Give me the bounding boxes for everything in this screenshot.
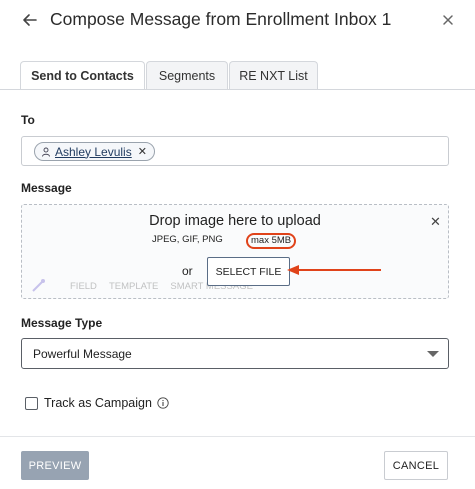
tab-segments[interactable]: Segments <box>146 61 228 89</box>
tab-divider <box>0 89 475 90</box>
recipient-name[interactable]: Ashley Levulis <box>55 145 132 159</box>
to-label: To <box>21 113 35 127</box>
tab-re-nxt-list[interactable]: RE NXT List <box>229 61 318 89</box>
info-icon[interactable] <box>157 397 169 409</box>
select-file-button[interactable]: SELECT FILE <box>207 257 290 286</box>
track-campaign-checkbox[interactable] <box>25 396 38 410</box>
max-size-callout: max 5MB <box>246 233 297 249</box>
arrow-left-icon[interactable] <box>20 10 40 30</box>
track-campaign-row: Track as Campaign <box>25 396 169 410</box>
modal-title: Compose Message from Enrollment Inbox 1 <box>50 9 392 29</box>
close-icon[interactable] <box>440 12 456 28</box>
recipient-chip[interactable]: Ashley Levulis ✕ <box>34 142 155 161</box>
caret-down-icon <box>427 351 439 357</box>
message-type-select[interactable]: Powerful Message <box>21 338 449 369</box>
message-label: Message <box>21 181 72 195</box>
modal-header: Compose Message from Enrollment Inbox 1 <box>0 0 475 42</box>
preview-button[interactable]: PREVIEW <box>21 451 89 480</box>
or-text: or <box>182 264 193 278</box>
magic-wand-icon <box>32 279 45 292</box>
drop-title: Drop image here to upload <box>149 213 321 229</box>
image-drop-zone[interactable]: Drop image here to upload JPEG, GIF, PNG… <box>21 204 449 299</box>
annotation-arrow-icon <box>287 265 381 275</box>
drop-close-icon[interactable]: ✕ <box>430 214 441 230</box>
cancel-button[interactable]: CANCEL <box>384 451 448 480</box>
drop-file-types: JPEG, GIF, PNG <box>152 234 223 245</box>
message-type-label: Message Type <box>21 316 103 330</box>
track-campaign-label[interactable]: Track as Campaign <box>44 396 152 410</box>
to-field[interactable]: Ashley Levulis ✕ <box>21 136 449 166</box>
person-icon <box>42 147 50 157</box>
tab-bar: Send to Contacts Segments RE NXT List <box>20 61 319 90</box>
footer-divider <box>0 436 475 437</box>
toolbar-field[interactable]: FIELD <box>70 281 97 292</box>
tab-send-to-contacts[interactable]: Send to Contacts <box>20 61 145 90</box>
remove-recipient-icon[interactable]: ✕ <box>138 145 147 158</box>
message-type-value: Powerful Message <box>33 347 132 361</box>
toolbar-template[interactable]: TEMPLATE <box>109 281 158 292</box>
